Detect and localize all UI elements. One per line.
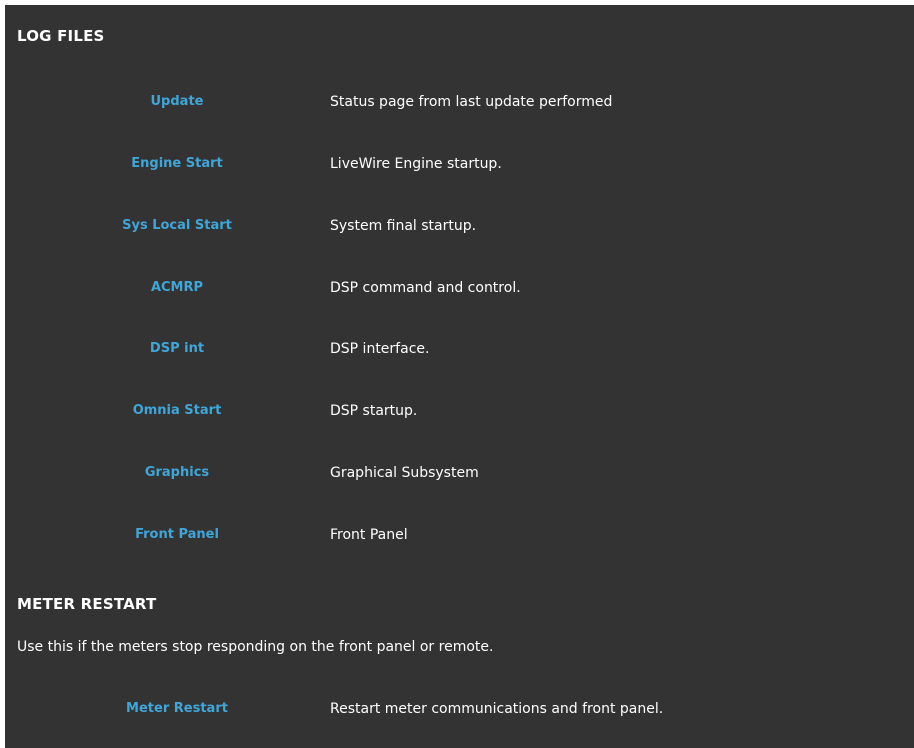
log-files-heading: LOG FILES xyxy=(17,27,105,45)
graphics-log-description: Graphical Subsystem xyxy=(330,465,479,481)
log-row-acmrp: ACMRP DSP command and control. xyxy=(5,277,914,299)
update-log-link[interactable]: Update xyxy=(67,91,287,113)
meter-restart-description: Restart meter communications and front p… xyxy=(330,701,664,717)
meter-restart-link[interactable]: Meter Restart xyxy=(67,698,287,720)
log-row-engine-start: Engine Start LiveWire Engine startup. xyxy=(5,153,914,175)
sys-local-start-log-description: System final startup. xyxy=(330,218,477,234)
front-panel-log-link[interactable]: Front Panel xyxy=(67,524,287,546)
front-panel-log-description: Front Panel xyxy=(330,527,408,543)
graphics-log-link[interactable]: Graphics xyxy=(67,462,287,484)
engine-start-log-description: LiveWire Engine startup. xyxy=(330,156,502,172)
omnia-start-log-description: DSP startup. xyxy=(330,403,418,419)
meter-restart-heading: METER RESTART xyxy=(17,595,157,613)
update-log-description: Status page from last update performed xyxy=(330,94,613,110)
acmrp-log-description: DSP command and control. xyxy=(330,280,521,296)
dsp-int-log-description: DSP interface. xyxy=(330,341,430,357)
log-row-update: Update Status page from last update perf… xyxy=(5,91,914,113)
log-row-graphics: Graphics Graphical Subsystem xyxy=(5,462,914,484)
sys-local-start-log-link[interactable]: Sys Local Start xyxy=(67,215,287,237)
dsp-int-log-link[interactable]: DSP int xyxy=(67,338,287,360)
omnia-start-log-link[interactable]: Omnia Start xyxy=(67,400,287,422)
log-row-omnia-start: Omnia Start DSP startup. xyxy=(5,400,914,422)
log-row-dsp-int: DSP int DSP interface. xyxy=(5,338,914,360)
acmrp-log-link[interactable]: ACMRP xyxy=(67,277,287,299)
meter-restart-note: Use this if the meters stop responding o… xyxy=(17,639,494,655)
log-row-front-panel: Front Panel Front Panel xyxy=(5,524,914,546)
meter-restart-row: Meter Restart Restart meter communicatio… xyxy=(5,698,914,720)
log-panel: LOG FILES Update Status page from last u… xyxy=(5,5,914,748)
engine-start-log-link[interactable]: Engine Start xyxy=(67,153,287,175)
log-row-sys-local-start: Sys Local Start System final startup. xyxy=(5,215,914,237)
